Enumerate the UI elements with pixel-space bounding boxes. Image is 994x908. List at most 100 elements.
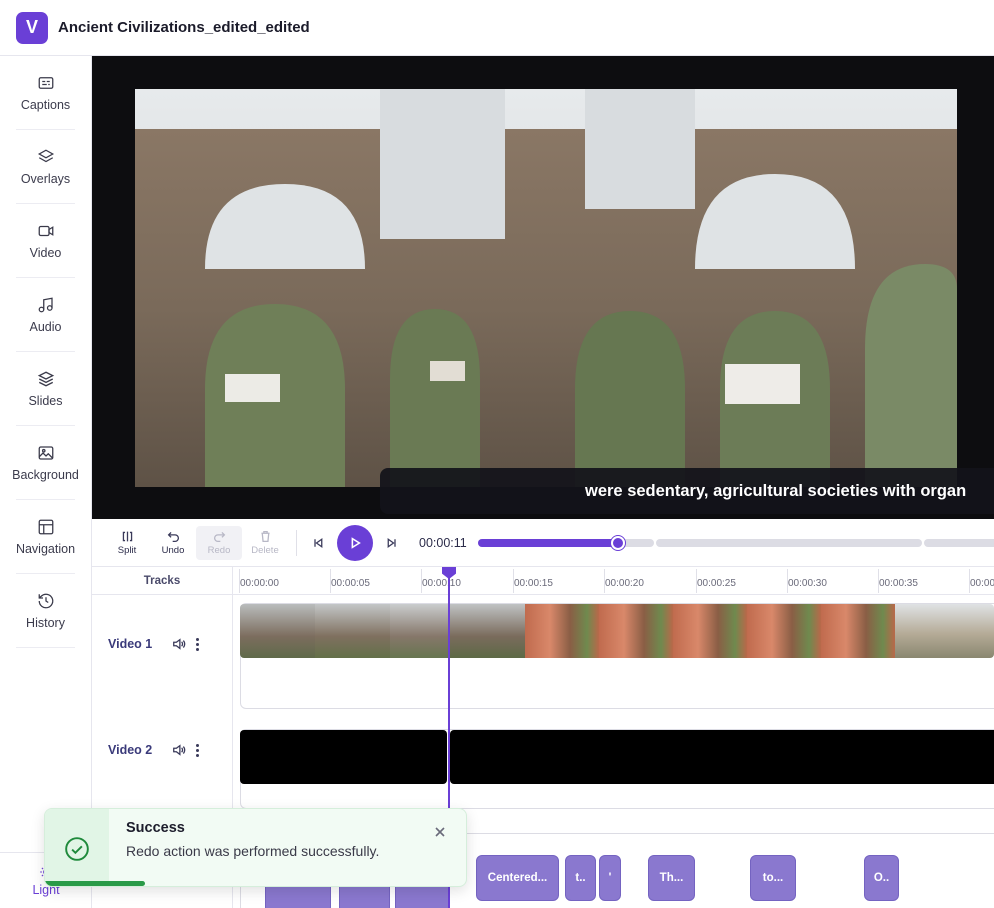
layers-icon (37, 149, 54, 163)
ruler-tick: 00:00:05 (330, 569, 370, 593)
image-icon (38, 446, 53, 460)
stack-icon (37, 371, 54, 387)
volume-icon[interactable] (172, 637, 186, 651)
sidebar-item-navigation[interactable]: Navigation (0, 500, 91, 574)
ruler-tick: 00:00:40 (969, 569, 994, 593)
skip-forward-icon (387, 537, 396, 548)
sidebar-item-slides[interactable]: Slides (0, 352, 91, 426)
toast-close-button[interactable] (434, 825, 448, 839)
sidebar-item-label: Slides (28, 394, 63, 408)
sidebar-item-label: Navigation (15, 542, 76, 556)
sidebar-item-label: Background (12, 468, 79, 482)
toast-title: Success (126, 820, 185, 836)
success-toast: Success Redo action was performed succes… (44, 808, 467, 887)
split-label: Split (117, 544, 137, 556)
skip-back-icon (314, 537, 323, 548)
ruler-tick: 00:00:20 (604, 569, 644, 593)
clip-thumbnail (895, 604, 994, 658)
sidebar-item-captions[interactable]: Captions (0, 56, 91, 130)
skip-forward-button[interactable] (379, 530, 405, 556)
sidebar-item-history[interactable]: History (0, 574, 91, 648)
aqueduct-scene-image (135, 89, 957, 487)
current-time: 00:00:11 (419, 535, 467, 550)
delete-label: Delete (251, 544, 279, 556)
ruler-tick: 00:00:10 (421, 569, 461, 593)
ruler-tick: 00:00:25 (696, 569, 736, 593)
caption-chip[interactable]: Centered... (476, 855, 559, 901)
toast-message: Redo action was performed successfully. (126, 843, 380, 859)
progress-segment (656, 539, 922, 547)
split-button[interactable]: Split (104, 526, 150, 560)
editor-toolbar: Split Undo Redo Delete 00:00:11 (92, 519, 994, 567)
clip-thumbnail (315, 604, 390, 658)
progress-segment (924, 539, 994, 547)
skip-back-button[interactable] (305, 530, 331, 556)
track-menu-icon[interactable] (196, 637, 199, 651)
video-preview[interactable]: were sedentary, agricultural societies w… (92, 56, 994, 519)
video-2-clip[interactable] (450, 730, 994, 784)
caption-chip[interactable]: t.. (565, 855, 596, 901)
captions-icon (38, 77, 53, 89)
play-icon (351, 536, 361, 549)
split-icon (122, 531, 132, 541)
undo-label: Undo (161, 544, 185, 556)
sidebar-item-background[interactable]: Background (0, 426, 91, 500)
track-name: Video 2 (108, 743, 153, 757)
music-note-icon (38, 297, 53, 313)
trash-icon (260, 530, 270, 542)
clip-thumbnail (448, 604, 525, 658)
project-title[interactable]: Ancient Civilizations_edited_edited (58, 19, 310, 36)
clip-thumbnail (525, 604, 895, 658)
sidebar-item-label: Overlays (20, 172, 71, 186)
app-logo[interactable]: V (16, 11, 48, 44)
delete-button[interactable]: Delete (242, 526, 288, 560)
check-circle-icon (65, 836, 89, 861)
play-button[interactable] (337, 524, 373, 561)
redo-button[interactable]: Redo (196, 525, 242, 560)
caption-text: were sedentary, agricultural societies w… (585, 481, 967, 500)
track-name: Video 1 (108, 637, 153, 651)
history-icon (38, 593, 53, 609)
track-menu-icon[interactable] (196, 743, 199, 757)
redo-label: Redo (207, 544, 231, 556)
caption-chip[interactable]: Th... (648, 855, 695, 901)
tracks-header: Tracks (92, 567, 232, 595)
video-camera-icon (38, 225, 53, 237)
track-video-2[interactable]: Video 2 (108, 743, 218, 757)
sidebar-item-label: Captions (20, 98, 71, 112)
undo-button[interactable]: Undo (150, 526, 196, 560)
left-sidebar: Captions Overlays Video Audio Slides Bac… (0, 56, 92, 908)
caption-chip[interactable]: ' (599, 855, 621, 901)
clip-thumbnail (240, 604, 315, 658)
redo-icon (213, 531, 225, 542)
ruler-tick: 00:00:15 (513, 569, 553, 593)
video-1-clip[interactable] (240, 604, 994, 658)
track-video-1[interactable]: Video 1 (108, 637, 218, 651)
toolbar-divider (296, 529, 297, 556)
caption-overlay[interactable]: were sedentary, agricultural societies w… (380, 468, 994, 514)
volume-icon[interactable] (172, 743, 186, 757)
sidebar-item-video[interactable]: Video (0, 204, 91, 278)
caption-chip[interactable]: to... (750, 855, 796, 901)
top-header: V Ancient Civilizations_edited_edited (0, 0, 994, 56)
clip-thumbnail (390, 604, 448, 658)
editor-app: V Ancient Civilizations_edited_edited Ca… (0, 0, 994, 908)
sidebar-item-label: Video (29, 246, 62, 260)
toast-timer-bar (45, 881, 145, 886)
progress-fill (478, 539, 618, 547)
ruler-tick: 00:00:35 (878, 569, 918, 593)
playback-progress-bar[interactable] (478, 536, 994, 550)
ruler-tick: 00:00:00 (239, 569, 279, 593)
video-frame-aqueduct-image (135, 89, 957, 487)
sidebar-item-overlays[interactable]: Overlays (0, 130, 91, 204)
video-2-clip[interactable] (240, 730, 447, 784)
undo-icon (167, 531, 179, 542)
toast-icon-area (45, 809, 109, 886)
caption-chip[interactable]: O.. (864, 855, 899, 901)
layout-icon (38, 519, 53, 535)
sidebar-item-label: History (26, 616, 65, 630)
sidebar-item-label: Audio (29, 320, 62, 334)
sidebar-item-audio[interactable]: Audio (0, 278, 91, 352)
time-ruler[interactable]: 00:00:00 00:00:05 00:00:10 00:00:15 00:0… (233, 567, 994, 595)
progress-knob[interactable] (611, 536, 625, 550)
